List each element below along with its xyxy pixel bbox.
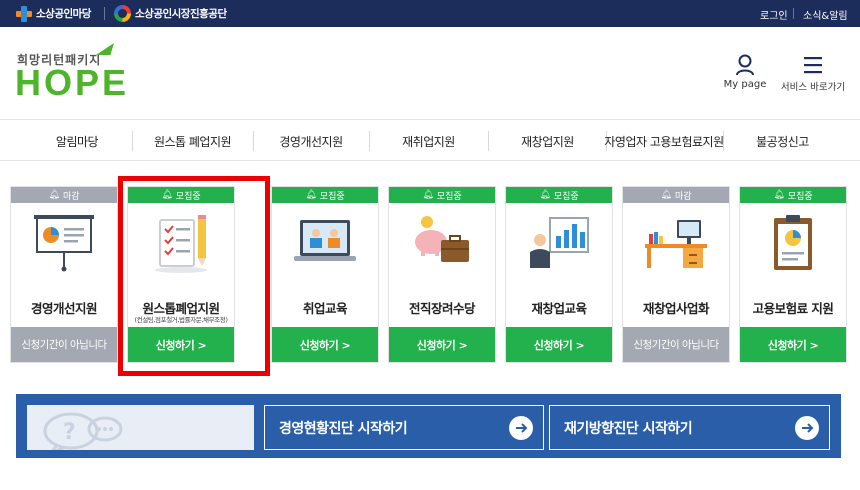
- card-title: 재창업사업화: [642, 301, 710, 316]
- apply-button[interactable]: 신청하기 >: [272, 327, 378, 362]
- nav-item-onestop-closure[interactable]: 원스톱 폐업지원: [135, 121, 250, 161]
- status-badge: 🔔︎ 모집중: [272, 187, 378, 203]
- laptop-video-icon: [272, 211, 378, 275]
- bell-icon: 🔔︎: [660, 190, 672, 200]
- diagnosis-illustration: ?: [27, 405, 254, 450]
- card-subtitle: (컨설팅,점포철거,법률자문,채무조정): [134, 316, 228, 324]
- program-card-transition-allowance[interactable]: 🔔︎ 모집중 전직장려수당 신청하기 >: [388, 186, 496, 363]
- bell-icon: 🔔︎: [305, 190, 317, 200]
- apply-button[interactable]: 신청하기 >: [389, 327, 495, 362]
- bell-icon: 🔔︎: [539, 190, 551, 200]
- nav-divider: [488, 131, 489, 151]
- nav-item-notice[interactable]: 알림마당: [22, 121, 132, 161]
- desk-computer-icon: [623, 211, 729, 275]
- hamburger-menu-icon: [804, 57, 822, 74]
- brand1-label: 소상공인마당: [36, 8, 91, 20]
- bell-icon: 🔔︎: [161, 190, 173, 200]
- card-title: 취업교육: [302, 301, 348, 316]
- status-badge: 🔔︎ 모집중: [389, 187, 495, 203]
- madang-logo-icon: [16, 5, 32, 22]
- start-recovery-diagnosis-button[interactable]: 재기방향진단 시작하기: [549, 405, 830, 450]
- sosanggongin-madang-link[interactable]: 소상공인마당: [16, 5, 91, 22]
- bell-icon: 🔔︎: [48, 190, 60, 200]
- card-title: 재창업교육: [531, 301, 587, 316]
- user-icon: [736, 54, 754, 76]
- status-badge: 🔔︎ 모집중: [740, 187, 846, 203]
- arrow-right-icon: [795, 416, 819, 440]
- button-label: 재기방향진단 시작하기: [564, 420, 693, 437]
- svg-text:?: ?: [63, 420, 76, 445]
- program-card-insurance-support[interactable]: 🔔︎ 모집중 고용보험료 지원 신청하기 >: [739, 186, 847, 363]
- apply-button[interactable]: 신청기간이 아닙니다: [623, 327, 729, 362]
- status-badge: 🔔︎ 모집중: [128, 187, 234, 203]
- status-badge: 🔔︎ 마감: [11, 187, 117, 203]
- semas-logo-icon: [114, 5, 131, 22]
- apply-button[interactable]: 신청하기 >: [506, 327, 612, 362]
- nav-item-reemployment[interactable]: 재취업지원: [371, 121, 486, 161]
- nav-divider: [369, 131, 370, 151]
- arrow-right-icon: [509, 416, 533, 440]
- diagnosis-banner: ? 경영현황진단 시작하기 재기방향진단 시작하기: [16, 394, 841, 458]
- program-card-job-training[interactable]: 🔔︎ 모집중 취업교육 신청하기 >: [271, 186, 379, 363]
- question-bubble-icon: ?: [43, 412, 123, 450]
- card-title: 경영개선지원: [30, 301, 98, 316]
- main-nav: 알림마당 원스톱 폐업지원 경영개선지원 재취업지원 재창업지원 자영업자 고용…: [0, 121, 860, 161]
- news-link[interactable]: 소식&알림: [803, 7, 848, 22]
- service-shortcut-label: 서비스 바로가기: [780, 82, 846, 93]
- nav-item-unfair-report[interactable]: 불공정신고: [725, 121, 840, 161]
- piggybank-briefcase-icon: [389, 211, 495, 275]
- program-card-restart-commercialization[interactable]: 🔔︎ 마감 재창업사업화 신청기간이 아닙니다: [622, 186, 730, 363]
- apply-button[interactable]: 신청하기 >: [740, 327, 846, 362]
- status-badge: 🔔︎ 모집중: [506, 187, 612, 203]
- presenter-chart-icon: [506, 211, 612, 275]
- bell-icon: 🔔︎: [773, 190, 785, 200]
- card-title: 전직장려수당: [408, 301, 476, 316]
- nav-divider: [132, 131, 133, 151]
- topbar-divider: [104, 7, 105, 20]
- brand2-label: 소상공인시장진흥공단: [135, 8, 227, 20]
- site-header: 희망리턴패키지 HOPE My page 서비스 바로가기: [0, 27, 860, 120]
- nav-divider: [253, 131, 254, 151]
- hope-logo[interactable]: HOPE: [15, 62, 129, 104]
- apply-button[interactable]: 신청기간이 아닙니다: [11, 327, 117, 362]
- program-card-onestop-closure[interactable]: 🔔︎ 모집중 원스톱폐업지원 (컨설팅,점포철거,법률자문,채무조정) 신청하기 …: [127, 186, 235, 363]
- nav-item-insurance-support[interactable]: 자영업자 고용보험료지원: [604, 121, 724, 161]
- nav-item-restart-business[interactable]: 재창업지원: [490, 121, 605, 161]
- checklist-clipboard-icon: [128, 211, 234, 275]
- button-label: 경영현황진단 시작하기: [279, 420, 408, 437]
- apply-button[interactable]: 신청하기 >: [128, 327, 234, 362]
- status-badge: 🔔︎ 마감: [623, 187, 729, 203]
- semas-link[interactable]: 소상공인시장진흥공단: [114, 5, 227, 22]
- mypage-label: My page: [723, 79, 767, 90]
- start-management-diagnosis-button[interactable]: 경영현황진단 시작하기: [264, 405, 544, 450]
- card-title: 고용보험료 지원: [752, 301, 834, 316]
- presentation-board-icon: [11, 211, 117, 275]
- login-link[interactable]: 로그인: [760, 7, 788, 22]
- program-card-management-improvement[interactable]: 🔔︎ 마감 경영개선지원 신청기간이 아닙니다: [10, 186, 118, 363]
- top-bar: 소상공인마당 소상공인시장진흥공단 로그인 소식&알림: [0, 0, 860, 27]
- mypage-button[interactable]: My page: [721, 54, 769, 90]
- service-shortcut-button[interactable]: 서비스 바로가기: [778, 54, 848, 93]
- topbar-divider: [793, 8, 794, 19]
- bell-icon: 🔔︎: [422, 190, 434, 200]
- nav-item-management-improvement[interactable]: 경영개선지원: [255, 121, 367, 161]
- program-card-restart-training[interactable]: 🔔︎ 모집중 재창업교육 신청하기 >: [505, 186, 613, 363]
- clipboard-piechart-icon: [740, 211, 846, 275]
- nav-divider: [723, 131, 724, 151]
